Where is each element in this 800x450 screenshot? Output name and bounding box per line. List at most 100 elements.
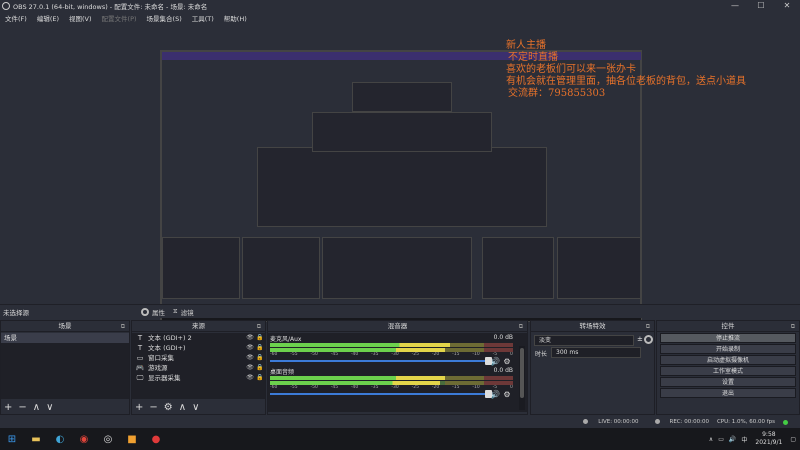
gear-icon[interactable]: ⚙ [501, 390, 513, 399]
maximize-button[interactable]: ☐ [748, 0, 774, 12]
meter-tick-label: -20 [431, 385, 440, 390]
meter-tick-label: -30 [391, 385, 399, 390]
dock-float-icon[interactable]: ⧉ [257, 321, 261, 332]
controls-dock-header: 控件 ⧉ [657, 321, 799, 332]
menu-file[interactable]: 文件(F) [0, 13, 32, 23]
meter-tick-label: -25 [411, 385, 419, 390]
exit-button[interactable]: 退出 [660, 388, 796, 398]
virtual-camera-button[interactable]: 启动虚拟摄像机 [660, 355, 796, 365]
title-bar: OBS 27.0.1 (64-bit, windows) - 配置文件: 未命名… [0, 0, 800, 12]
eye-icon[interactable]: 👁 [245, 363, 255, 373]
nested-mixer-dock [322, 237, 472, 299]
source-item-label: 游戏源 [148, 364, 168, 372]
add-icon[interactable]: + [4, 402, 12, 413]
volume-slider[interactable] [270, 390, 492, 398]
mixer-scrollbar[interactable] [519, 346, 525, 410]
settings-button[interactable]: 设置 [660, 377, 796, 387]
sources-dock-title: 来源 [192, 322, 205, 330]
eye-icon[interactable]: 👁 [245, 343, 255, 353]
move-up-icon[interactable]: ∧ [179, 402, 186, 413]
dock-float-icon[interactable]: ⧉ [519, 321, 523, 332]
remove-icon[interactable]: − [149, 402, 157, 413]
connection-status-icon [783, 419, 788, 425]
gear-icon[interactable]: ⚙ [501, 357, 513, 366]
app-orange-icon[interactable]: ■ [120, 428, 144, 450]
nested-sources-dock [242, 237, 320, 299]
remove-icon[interactable]: − [18, 402, 26, 413]
duration-input[interactable]: 300 ms [551, 347, 641, 358]
meter-tick-label: -35 [371, 385, 379, 390]
eye-icon[interactable]: 👁 [245, 353, 255, 363]
menu-view[interactable]: 视图(V) [64, 13, 97, 23]
preview-area[interactable]: 新人主播 不定时直播 喜欢的老板们可以来一张办卡 有机会就在管理里面，抽各位老板… [0, 24, 800, 322]
add-remove-transition-icon[interactable]: ± [637, 335, 643, 343]
menu-scene-collection[interactable]: 场景集合(S) [142, 13, 187, 23]
minimize-button[interactable]: — [722, 0, 748, 12]
gear-icon[interactable]: ⚙ [164, 402, 173, 413]
move-down-icon[interactable]: ∨ [46, 402, 53, 413]
meter-tick-label: -10 [472, 352, 480, 357]
lock-icon[interactable]: 🔒 [255, 333, 265, 343]
close-button[interactable]: ✕ [774, 0, 800, 12]
move-down-icon[interactable]: ∨ [192, 402, 199, 413]
source-item[interactable]: T 文本 (GDI+) 👁 🔒 [132, 343, 265, 353]
gear-icon[interactable] [644, 335, 653, 344]
rec-time: REC: 00:00:00 [669, 419, 709, 425]
add-icon[interactable]: + [135, 402, 143, 413]
menu-profile[interactable]: 配置文件(P) [97, 13, 142, 23]
volume-slider[interactable] [270, 357, 492, 365]
controls-dock: 控件 ⧉ 停止推流 开始录制 启动虚拟摄像机 工作室模式 设置 退出 [656, 320, 800, 415]
stop-streaming-button[interactable]: 停止推流 [660, 333, 796, 343]
eye-icon[interactable]: 👁 [245, 373, 255, 383]
edge-browser-icon[interactable]: ◐ [48, 428, 72, 450]
menu-tools[interactable]: 工具(T) [187, 13, 219, 23]
scene-item[interactable]: 场景 [1, 333, 129, 343]
lock-icon[interactable]: 🔒 [255, 373, 265, 383]
tray-chevron-icon[interactable]: ∧ [709, 436, 713, 443]
studio-mode-button[interactable]: 工作室模式 [660, 366, 796, 376]
dock-float-icon[interactable]: ⧉ [791, 321, 795, 332]
lock-icon[interactable]: 🔒 [255, 353, 265, 363]
scenes-list[interactable]: 场景 [1, 333, 129, 399]
source-item[interactable]: 🖵 显示器采集 👁 🔒 [132, 373, 265, 383]
source-item-label: 文本 (GDI+) [148, 344, 186, 352]
lock-icon[interactable]: 🔒 [255, 343, 265, 353]
volume-knob[interactable] [485, 357, 492, 365]
taskbar: ⊞ ▬ ◐ ◉ ◎ ■ ● ∧ ▭ 🔊 中 9:58 2021/9/1 ▢ [0, 428, 800, 450]
dock-float-icon[interactable]: ⧉ [121, 321, 125, 332]
meter-tick-label: -45 [330, 385, 339, 390]
file-explorer-icon[interactable]: ▬ [24, 428, 48, 450]
meter-tick-label: -45 [330, 352, 339, 357]
eye-icon[interactable]: 👁 [245, 333, 255, 343]
volume-icon[interactable]: 🔊 [729, 436, 736, 443]
start-recording-button[interactable]: 开始录制 [660, 344, 796, 354]
source-item[interactable]: T 文本 (GDI+) 2 👁 🔒 [132, 333, 265, 343]
menu-help[interactable]: 帮助(H) [219, 13, 252, 23]
menu-edit[interactable]: 编辑(E) [32, 13, 64, 23]
notification-icon[interactable]: ▢ [790, 436, 796, 443]
chrome-icon[interactable]: ◉ [72, 428, 96, 450]
sources-list[interactable]: T 文本 (GDI+) 2 👁 🔒 T 文本 (GDI+) 👁 🔒 ▭ 窗口采集 👁 🔒 🎮 游戏源… [132, 333, 265, 399]
network-icon[interactable]: ▭ [718, 436, 724, 443]
clock[interactable]: 9:58 2021/9/1 [755, 431, 782, 447]
track-name: 麦克风/Aux [270, 336, 302, 343]
source-toolbar: 未选择源 属性 ⧖ 滤镜 [0, 304, 800, 318]
source-item[interactable]: ▭ 窗口采集 👁 🔒 [132, 353, 265, 363]
input-language[interactable]: 中 [741, 435, 747, 444]
dock-float-icon[interactable]: ⧉ [646, 321, 650, 332]
lock-icon[interactable]: 🔒 [255, 363, 265, 373]
audio-meter [270, 381, 513, 385]
transition-select[interactable]: 淡变 [534, 335, 634, 346]
source-item[interactable]: 🎮 游戏源 👁 🔒 [132, 363, 265, 373]
volume-knob[interactable] [485, 390, 492, 398]
filters-button[interactable]: ⧖ 滤镜 [173, 307, 194, 317]
move-up-icon[interactable]: ∧ [33, 402, 40, 413]
properties-button[interactable]: 属性 [141, 307, 165, 317]
netease-music-icon[interactable]: ● [144, 428, 168, 450]
windows-start-icon[interactable]: ⊞ [0, 428, 24, 450]
mixer-dock-title: 混音器 [387, 322, 408, 330]
obs-icon[interactable]: ◎ [96, 428, 120, 450]
overlay-line-5: 交流群：795855303 [508, 88, 606, 99]
audio-meter [270, 376, 513, 380]
meter-tick-label: -40 [350, 352, 359, 357]
